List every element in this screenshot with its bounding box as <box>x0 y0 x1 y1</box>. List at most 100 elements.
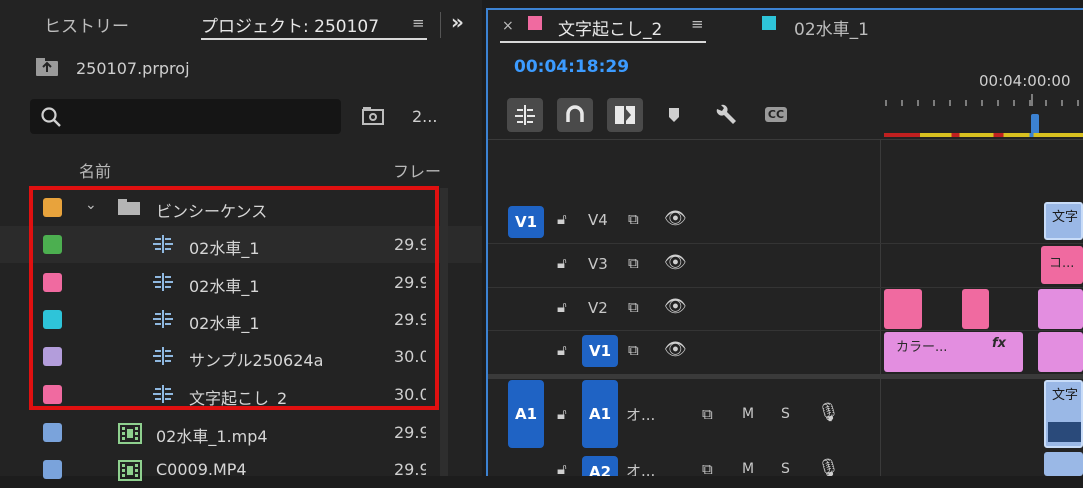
header-divider <box>488 139 1083 140</box>
video-file-icon <box>117 458 143 486</box>
eye-icon[interactable]: 👁︎ <box>664 252 687 273</box>
playhead-timecode[interactable]: 00:04:18:29 <box>514 57 629 77</box>
track-separator <box>488 243 1083 244</box>
lock-icon[interactable]: 🔓︎ <box>557 210 567 228</box>
lock-icon[interactable]: 🔓︎ <box>557 298 567 316</box>
active-tab-underline <box>500 41 706 43</box>
sync-lock-icon[interactable]: ⧉ <box>628 210 639 228</box>
expand-panels-icon[interactable]: » <box>451 10 464 34</box>
track-name[interactable]: V2 <box>588 299 608 317</box>
highlight-box <box>29 186 439 410</box>
linked-selection-icon[interactable] <box>607 98 643 132</box>
source-patch-a1[interactable]: A1 <box>508 380 544 448</box>
wrench-icon[interactable] <box>708 98 744 132</box>
project-folder-icon <box>36 58 58 76</box>
track-target-a1[interactable]: A1 <box>582 380 618 448</box>
playhead[interactable] <box>1031 114 1039 134</box>
track-v1[interactable]: 🔓︎ V1 ⧉ 👁︎ <box>488 331 880 373</box>
sequence-color-chip <box>528 16 542 30</box>
sync-lock-icon[interactable]: ⧉ <box>628 298 639 316</box>
track-label: オ... <box>626 406 656 424</box>
sync-lock-icon[interactable]: ⧉ <box>628 341 639 359</box>
close-tab-icon[interactable]: × <box>502 18 514 34</box>
sync-lock-icon[interactable]: ⧉ <box>628 254 639 272</box>
search-icon <box>41 107 61 127</box>
track-v2[interactable]: 🔓︎ V2 ⧉ 👁︎ <box>488 288 880 330</box>
project-file-name: 250107.prproj <box>76 59 190 78</box>
track-a2[interactable]: 🔓︎ A2 オ... ⧉ M S 🎙︎ <box>488 452 880 476</box>
scrollbar[interactable] <box>440 188 448 476</box>
tab-history[interactable]: ヒストリー <box>44 12 129 37</box>
column-header-name[interactable]: 名前 <box>79 158 111 182</box>
source-patch-v1[interactable]: V1 <box>508 206 544 238</box>
item-name: C0009.MP4 <box>156 460 247 479</box>
clip-a1[interactable]: 文字 <box>1044 380 1083 448</box>
active-tab-underline <box>201 38 427 40</box>
timeline-content: × 文字起こし_2 ≡ 02水車_1 00:04:18:29 CC 00:04:… <box>488 10 1083 476</box>
eye-icon[interactable]: 👁︎ <box>664 296 687 317</box>
panel-menu-icon[interactable]: ≡ <box>691 15 704 33</box>
solo-button[interactable]: S <box>781 406 790 422</box>
magnet-icon[interactable] <box>557 98 593 132</box>
microphone-icon[interactable]: 🎙︎ <box>817 458 840 476</box>
sequence-color-chip <box>762 16 776 30</box>
tab-divider <box>440 12 441 38</box>
project-panel: ヒストリー プロジェクト: 250107 ≡ » 250107.prproj 2… <box>0 0 482 481</box>
clip-v1[interactable] <box>1038 332 1083 372</box>
marker-icon[interactable] <box>656 98 692 132</box>
list-item-media[interactable]: C0009.MP4 29.97 <box>0 451 482 488</box>
item-fps: 29.97 <box>394 423 426 442</box>
captions-icon[interactable]: CC <box>758 98 794 132</box>
track-name[interactable]: V4 <box>588 211 608 229</box>
track-v3[interactable]: 🔓︎ V3 ⧉ 👁︎ <box>488 244 880 286</box>
lock-icon[interactable]: 🔓︎ <box>557 341 567 359</box>
sync-lock-icon[interactable]: ⧉ <box>702 405 713 423</box>
search-input[interactable] <box>30 99 341 134</box>
lock-icon[interactable]: 🔓︎ <box>557 254 567 272</box>
clip-v2[interactable] <box>1038 289 1083 329</box>
clip-v2[interactable] <box>962 289 989 329</box>
eye-icon[interactable]: 👁︎ <box>664 208 687 229</box>
list-item-media[interactable]: 02水車_1.mp4 29.97 <box>0 414 482 451</box>
track-a1[interactable]: A1 🔓︎ A1 オ... ⧉ M S 🎙︎ <box>488 380 880 450</box>
clip-a2[interactable] <box>1044 452 1083 476</box>
track-name[interactable]: V3 <box>588 255 608 273</box>
track-target-a2[interactable]: A2 <box>582 456 618 476</box>
track-area-divider <box>880 139 881 476</box>
track-label: オ... <box>626 462 656 476</box>
lock-icon[interactable]: 🔓︎ <box>557 405 567 423</box>
track-separator <box>488 287 1083 288</box>
clip-v2[interactable] <box>884 289 922 329</box>
eye-icon[interactable]: 👁︎ <box>664 339 687 360</box>
panel-menu-icon[interactable]: ≡ <box>412 14 425 32</box>
video-file-icon <box>117 421 143 449</box>
ruler-timecode: 00:04:00:00 <box>979 72 1071 90</box>
item-fps: 29.97 <box>394 460 426 479</box>
mute-button[interactable]: M <box>742 406 754 422</box>
item-name: 02水車_1.mp4 <box>156 427 268 446</box>
label-color-swatch[interactable] <box>43 460 62 479</box>
snap-icon[interactable] <box>507 98 543 132</box>
label-color-swatch[interactable] <box>43 423 62 442</box>
microphone-icon[interactable]: 🎙︎ <box>817 402 840 423</box>
time-ruler[interactable] <box>882 94 1083 106</box>
track-target-v1[interactable]: V1 <box>582 335 618 367</box>
column-header-fps[interactable]: フレー <box>393 158 441 182</box>
clip-v1[interactable]: カラー... fx <box>884 332 1023 372</box>
video-audio-divider <box>488 374 1083 379</box>
audio-waveform <box>1048 422 1081 442</box>
solo-button[interactable]: S <box>781 461 790 476</box>
mute-button[interactable]: M <box>742 461 754 476</box>
lock-icon[interactable]: 🔓︎ <box>557 460 567 476</box>
tab-sequence[interactable]: 02水車_1 <box>794 15 869 40</box>
clip-v4[interactable]: 文字 <box>1044 202 1083 240</box>
find-bin-icon[interactable] <box>361 106 385 126</box>
clip-v3[interactable]: コ... <box>1041 246 1083 284</box>
tab-sequence-active[interactable]: 文字起こし_2 <box>558 15 662 40</box>
item-count: 2... <box>412 107 438 126</box>
sync-lock-icon[interactable]: ⧉ <box>702 460 713 476</box>
track-separator <box>488 330 1083 331</box>
tab-project[interactable]: プロジェクト: 250107 <box>201 12 379 37</box>
track-v4[interactable]: V1 🔓︎ V4 ⧉ 👁︎ <box>488 200 880 242</box>
render-bar <box>884 133 1083 137</box>
